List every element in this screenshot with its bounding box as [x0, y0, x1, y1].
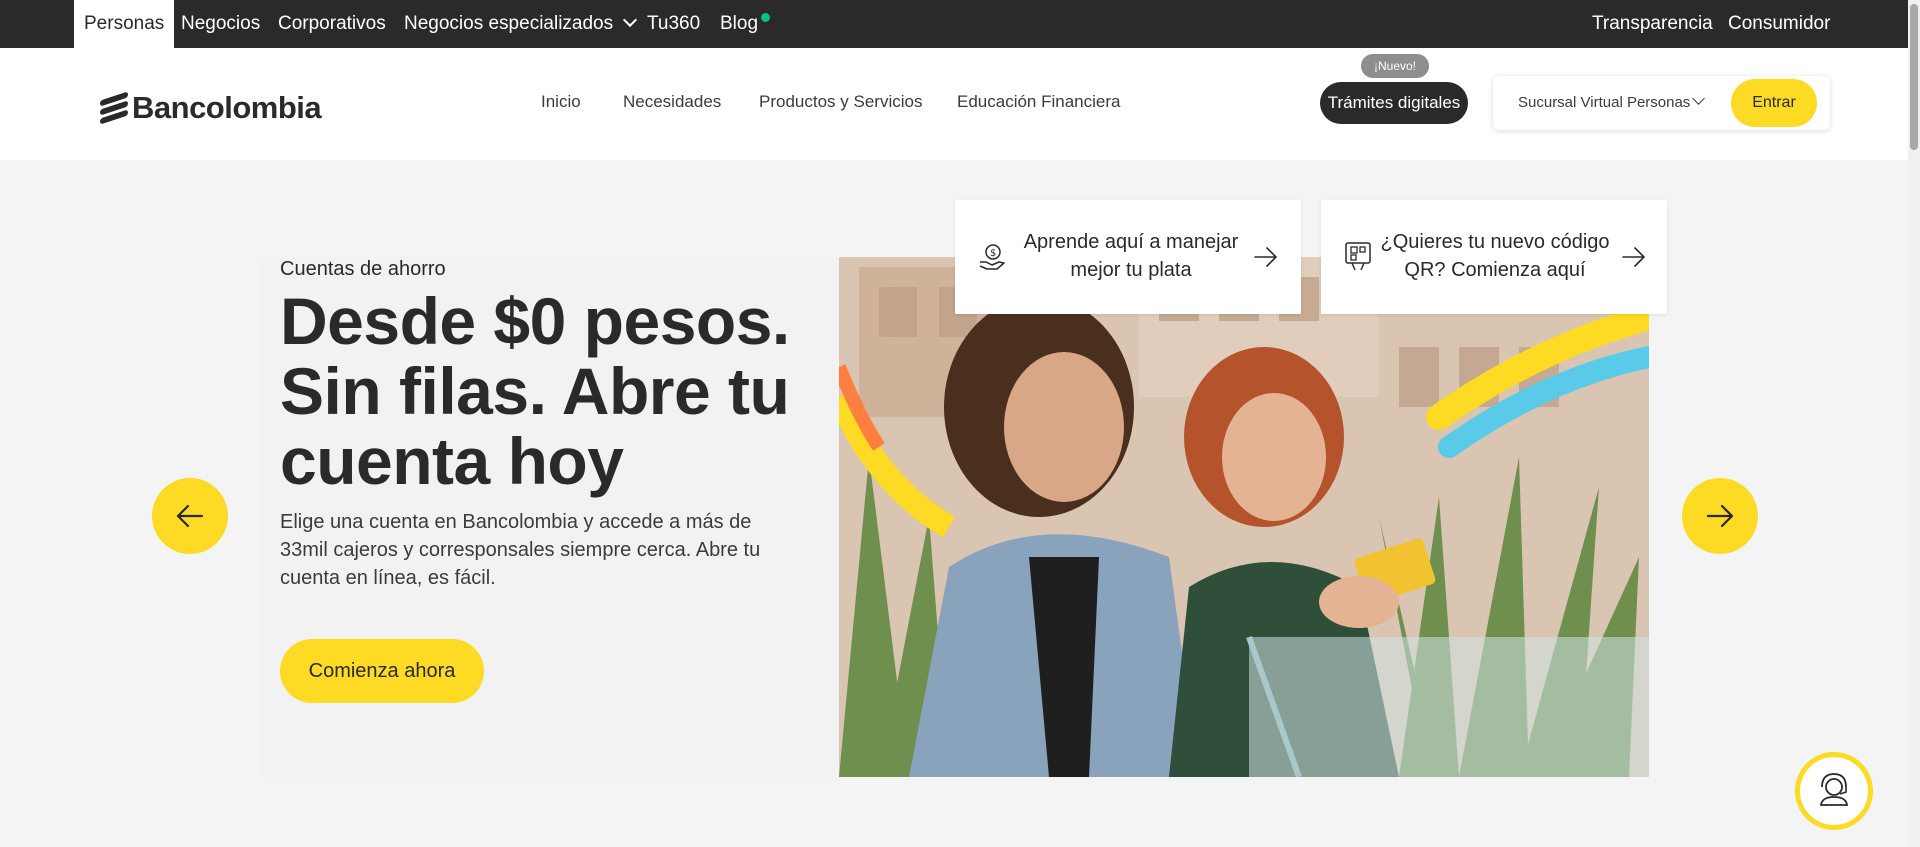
tramites-digitales-button[interactable]: Trámites digitales — [1320, 82, 1468, 124]
hero-description: Elige una cuenta en Bancolombia y accede… — [280, 511, 761, 589]
hero-eyebrow: Cuentas de ahorro — [280, 258, 446, 280]
logo-text: Bancolombia — [132, 90, 322, 125]
link-transparencia[interactable]: Transparencia — [1592, 0, 1713, 48]
hero-photo — [839, 257, 1649, 777]
card-codigo-qr[interactable]: ¿Quieres tu nuevo código QR? Comienza aq… — [1321, 200, 1667, 314]
tab-corporativos[interactable]: Corporativos — [278, 0, 386, 48]
arrow-right-icon — [1706, 504, 1734, 528]
nav-necesidades[interactable]: Necesidades — [623, 92, 721, 112]
carousel-next-button[interactable] — [1682, 478, 1758, 554]
entrar-button[interactable]: Entrar — [1731, 79, 1817, 127]
tab-negocios-especializados[interactable]: Negocios especializados — [404, 0, 638, 48]
help-chat-button[interactable] — [1795, 752, 1873, 830]
sucursal-virtual-panel: Sucursal Virtual Personas Entrar — [1493, 76, 1830, 130]
nav-educacion-financiera[interactable]: Educación Financiera — [957, 92, 1120, 112]
money-hand-icon: $ — [979, 244, 1005, 270]
qr-phone-icon — [1345, 242, 1371, 271]
new-badge: ¡Nuevo! — [1361, 54, 1429, 78]
arrow-right-icon — [1254, 247, 1277, 267]
bancolombia-logo-icon — [100, 91, 128, 125]
comienza-ahora-button[interactable]: Comienza ahora — [280, 639, 484, 703]
sucursal-virtual-dropdown[interactable]: Sucursal Virtual Personas — [1518, 94, 1690, 111]
arrow-left-icon — [176, 504, 204, 528]
support-agent-icon — [1819, 773, 1849, 806]
tab-personas[interactable]: Personas — [74, 0, 175, 48]
card-manejar-plata-text: Aprende aquí a manejar mejor tu plata — [1017, 228, 1245, 284]
card-line: QR? Comienza aquí — [1404, 259, 1586, 281]
arrow-right-icon — [1622, 247, 1645, 267]
page-scrollbar[interactable] — [1908, 0, 1920, 847]
nav-productos-servicios[interactable]: Productos y Servicios — [759, 92, 922, 112]
scrollbar-thumb[interactable] — [1910, 4, 1918, 150]
carousel-prev-button[interactable] — [152, 478, 228, 554]
hero-photo-illustration — [839, 257, 1649, 777]
svg-text:$: $ — [990, 248, 996, 259]
link-consumidor[interactable]: Consumidor — [1728, 0, 1830, 48]
bancolombia-logo[interactable]: Bancolombia — [100, 86, 322, 130]
tab-negocios[interactable]: Negocios — [181, 0, 260, 48]
tab-negocios-especializados-label: Negocios especializados — [404, 13, 614, 34]
tab-tu360[interactable]: Tu360 — [647, 0, 700, 48]
chevron-down-icon[interactable] — [1692, 92, 1705, 105]
top-segment-bar: Personas Negocios Corporativos Negocios … — [0, 0, 1908, 48]
card-line: mejor tu plata — [1070, 259, 1192, 281]
card-line: Aprende aquí a manejar — [1023, 231, 1239, 253]
card-line: ¿Quieres tu nuevo código — [1380, 231, 1610, 253]
chevron-down-icon — [623, 12, 638, 28]
blog-notification-dot — [761, 13, 770, 22]
card-codigo-qr-text: ¿Quieres tu nuevo código QR? Comienza aq… — [1377, 228, 1613, 284]
hero-headline: Desde $0 pesos. Sin filas. Abre tu cuent… — [280, 284, 790, 498]
card-manejar-plata[interactable]: $ Aprende aquí a manejar mejor tu plata — [955, 200, 1301, 314]
nav-inicio[interactable]: Inicio — [541, 92, 581, 112]
tab-blog[interactable]: Blog — [720, 0, 758, 48]
